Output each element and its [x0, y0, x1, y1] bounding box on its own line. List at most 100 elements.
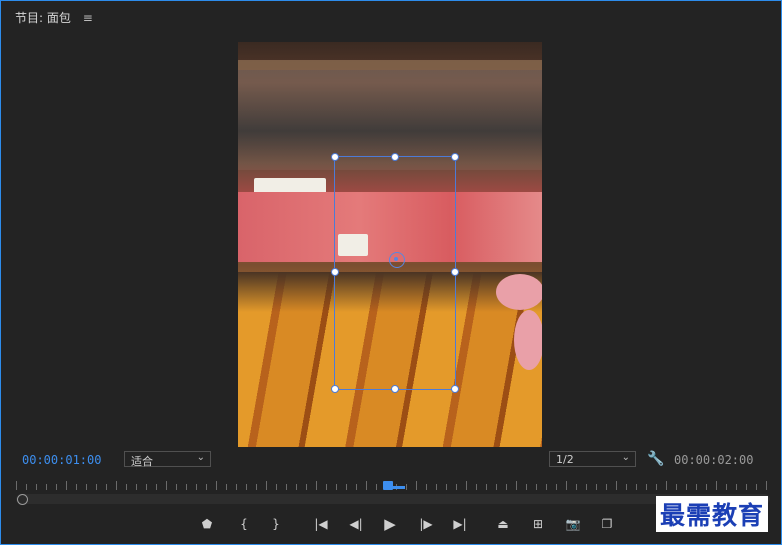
ruler-tick: [416, 481, 417, 490]
add-marker-button[interactable]: ⬟: [195, 514, 219, 534]
ruler-tick: [286, 484, 287, 490]
ruler-tick: [746, 484, 747, 490]
mark-out-icon: }: [272, 517, 280, 531]
ruler-tick: [346, 484, 347, 490]
ruler-tick: [576, 484, 577, 490]
playhead[interactable]: [383, 481, 405, 490]
step-forward-icon: |▶: [419, 517, 433, 531]
comparison-view-button[interactable]: ❐: [595, 514, 619, 534]
ruler-tick: [306, 484, 307, 490]
duration-timecode: 00:00:02:00: [674, 453, 754, 467]
ruler-tick: [566, 481, 567, 490]
ruler-tick: [366, 481, 367, 490]
ruler-tick: [226, 484, 227, 490]
ruler-tick: [706, 484, 707, 490]
anchor-point-icon[interactable]: [389, 252, 405, 268]
ruler-tick: [676, 484, 677, 490]
ruler-tick: [626, 484, 627, 490]
step-back-button[interactable]: ◀|: [344, 514, 368, 534]
ruler-tick: [316, 481, 317, 490]
ruler-tick: [606, 484, 607, 490]
ruler-tick: [96, 484, 97, 490]
pink-pastry: [514, 310, 542, 370]
ruler-tick: [166, 481, 167, 490]
pink-pastry: [496, 274, 542, 310]
ruler-tick: [26, 484, 27, 490]
ruler-tick: [216, 481, 217, 490]
extract-button[interactable]: ⊞: [526, 514, 550, 534]
current-timecode[interactable]: 00:00:01:00: [22, 453, 101, 467]
ruler-tick: [256, 484, 257, 490]
panel-title[interactable]: 节目: 面包: [15, 11, 71, 25]
chevron-down-icon: ⌄: [621, 452, 630, 463]
ruler-tick: [686, 484, 687, 490]
go-to-in-button[interactable]: |◀: [309, 514, 333, 534]
ruler-tick: [536, 484, 537, 490]
ruler-tick: [356, 484, 357, 490]
ruler-tick: [646, 484, 647, 490]
resize-handle[interactable]: [331, 153, 339, 161]
ruler-tick: [506, 484, 507, 490]
resize-handle[interactable]: [451, 385, 459, 393]
ruler-tick: [46, 484, 47, 490]
ruler-tick: [326, 484, 327, 490]
ruler-tick: [406, 484, 407, 490]
ruler-tick: [16, 481, 17, 490]
resize-handle[interactable]: [331, 268, 339, 276]
ruler-tick: [716, 481, 717, 490]
play-button[interactable]: ▶: [378, 514, 402, 534]
export-frame-button[interactable]: 📷: [561, 514, 585, 534]
chevron-down-icon: ⌄: [196, 452, 205, 463]
ruler-tick: [466, 481, 467, 490]
ruler-tick: [456, 484, 457, 490]
lift-button[interactable]: ⏏: [491, 514, 515, 534]
ruler-tick: [666, 481, 667, 490]
wrench-icon[interactable]: 🔧: [647, 451, 664, 467]
ruler-tick: [36, 484, 37, 490]
ruler-tick: [736, 484, 737, 490]
ruler-tick: [616, 481, 617, 490]
ruler-tick: [636, 484, 637, 490]
ruler-tick: [486, 484, 487, 490]
ruler-tick: [526, 484, 527, 490]
playback-resolution-value: 1/2: [556, 453, 574, 466]
ruler-tick: [86, 484, 87, 490]
go-to-in-icon: |◀: [314, 517, 328, 531]
ruler-tick: [136, 484, 137, 490]
ruler-tick: [756, 484, 757, 490]
transform-bounding-box[interactable]: [334, 156, 456, 390]
resize-handle[interactable]: [391, 153, 399, 161]
mark-in-button[interactable]: {: [232, 514, 256, 534]
play-icon: ▶: [384, 515, 396, 533]
resize-handle[interactable]: [331, 385, 339, 393]
ruler-tick: [296, 484, 297, 490]
marker-icon: ⬟: [201, 517, 213, 531]
ruler-tick: [426, 484, 427, 490]
ruler-tick: [246, 484, 247, 490]
go-to-out-button[interactable]: ▶|: [448, 514, 472, 534]
ruler-tick: [146, 484, 147, 490]
zoom-scroll-handle[interactable]: [17, 494, 28, 505]
ruler-tick: [376, 484, 377, 490]
watermark-logo: 最需教育: [656, 496, 769, 532]
ruler-tick: [726, 484, 727, 490]
resize-handle[interactable]: [391, 385, 399, 393]
ruler-tick: [186, 484, 187, 490]
zoom-level-select[interactable]: 适合 ⌄: [124, 451, 211, 468]
ruler-tick: [696, 484, 697, 490]
resize-handle[interactable]: [451, 153, 459, 161]
ruler-tick: [266, 481, 267, 490]
ruler-tick: [586, 484, 587, 490]
ruler-tick: [656, 484, 657, 490]
comparison-icon: ❐: [601, 517, 613, 531]
resize-handle[interactable]: [451, 268, 459, 276]
ruler-tick: [156, 484, 157, 490]
ruler-tick: [596, 484, 597, 490]
hamburger-icon[interactable]: ≡: [83, 11, 93, 25]
ruler-tick: [126, 484, 127, 490]
mark-out-button[interactable]: }: [264, 514, 288, 534]
step-forward-button[interactable]: |▶: [414, 514, 438, 534]
ruler-tick: [56, 484, 57, 490]
playback-resolution-select[interactable]: 1/2 ⌄: [549, 451, 636, 467]
extract-icon: ⊞: [532, 517, 544, 531]
